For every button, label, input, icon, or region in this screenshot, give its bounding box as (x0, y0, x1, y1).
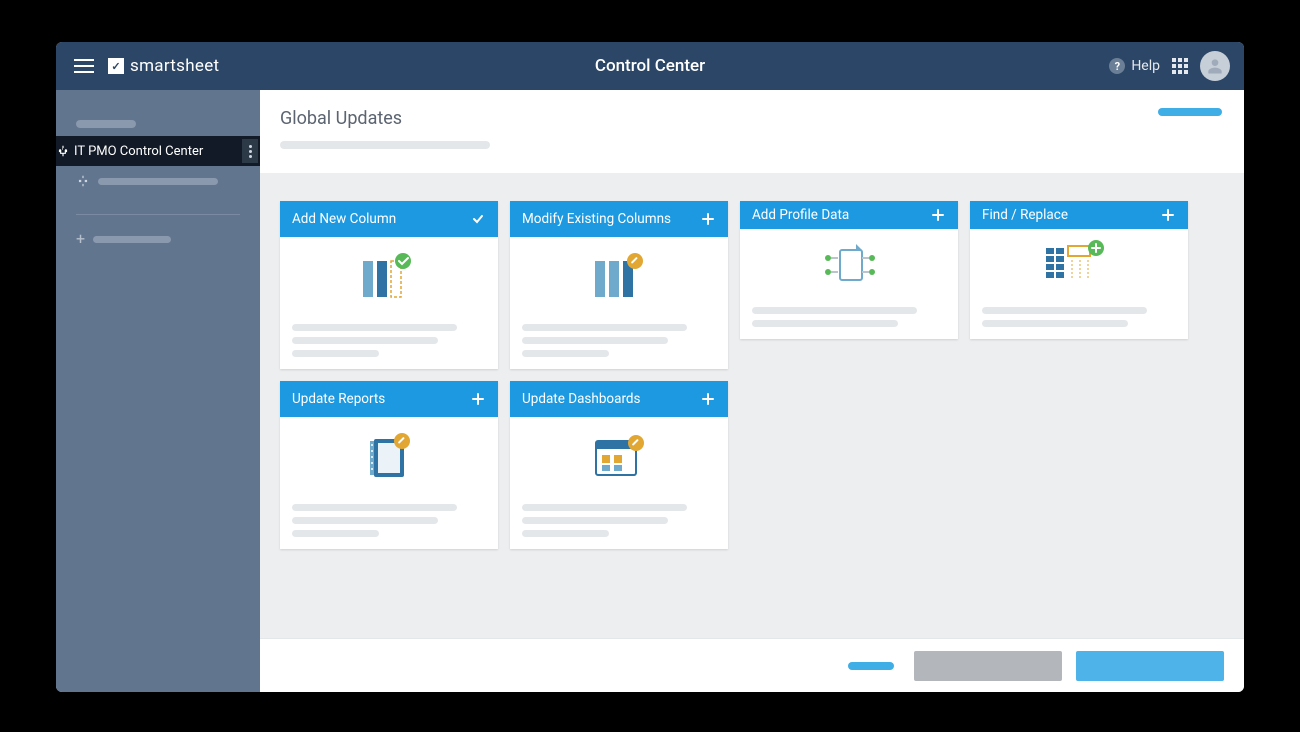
card-body (280, 237, 498, 369)
page-header-title: Control Center (595, 56, 705, 76)
dashboard-icon (522, 417, 716, 498)
card-body (510, 417, 728, 549)
card-title: Modify Existing Columns (522, 211, 671, 227)
card-body (510, 237, 728, 369)
card-placeholder (292, 337, 438, 344)
main-area: Global Updates Add New Column Modify Exi… (260, 90, 1244, 692)
brand-logo[interactable]: ✓ smartsheet (108, 56, 219, 76)
card-placeholder (522, 350, 609, 357)
card-title: Add New Column (292, 211, 396, 227)
card-body (970, 229, 1188, 339)
card-title: Add Profile Data (752, 207, 849, 223)
card-placeholder (522, 337, 668, 344)
sidebar: IT PMO Control Center + (56, 90, 260, 692)
card-placeholder (292, 530, 379, 537)
app-body: IT PMO Control Center + Global Updates (56, 90, 1244, 692)
sidebar-placeholder (76, 120, 136, 128)
card-header: Add New Column (280, 201, 498, 237)
app-window: ✓ smartsheet Control Center ? Help (56, 42, 1244, 692)
find-replace-icon (982, 229, 1176, 301)
header-action-placeholder[interactable] (1158, 108, 1222, 116)
content-area: Add New Column Modify Existing Columns (260, 173, 1244, 638)
edit-columns-icon (522, 237, 716, 318)
card-placeholder (522, 504, 687, 511)
card-title: Find / Replace (982, 207, 1068, 223)
card-edit-columns[interactable]: Modify Existing Columns (510, 201, 728, 369)
plus-icon[interactable] (1160, 207, 1176, 223)
hierarchy-icon (56, 144, 70, 158)
plus-icon[interactable] (700, 211, 716, 227)
profile-data-icon (752, 229, 946, 301)
card-placeholder (982, 307, 1147, 314)
card-header: Add Profile Data (740, 201, 958, 229)
card-placeholder (752, 320, 898, 327)
sidebar-item-label: IT PMO Control Center (74, 144, 203, 159)
card-header: Find / Replace (970, 201, 1188, 229)
footer-primary-button[interactable] (1076, 651, 1224, 681)
main-header: Global Updates (260, 90, 1244, 173)
card-placeholder (292, 504, 457, 511)
help-icon: ? (1109, 58, 1125, 74)
hierarchy-icon (76, 174, 90, 188)
card-placeholder (522, 530, 609, 537)
top-bar: ✓ smartsheet Control Center ? Help (56, 42, 1244, 90)
sidebar-item-placeholder[interactable] (56, 166, 260, 196)
card-placeholder (752, 307, 917, 314)
card-placeholder (522, 324, 687, 331)
card-placeholder (292, 517, 438, 524)
help-label: Help (1131, 58, 1160, 74)
card-placeholder (982, 320, 1128, 327)
check-icon[interactable] (470, 211, 486, 227)
subtitle-placeholder (280, 141, 490, 149)
logo-mark-icon: ✓ (108, 58, 124, 74)
card-placeholder (292, 324, 457, 331)
user-avatar[interactable] (1200, 51, 1230, 81)
card-title: Update Dashboards (522, 391, 640, 407)
page-title: Global Updates (280, 108, 1224, 129)
sidebar-placeholder (98, 178, 218, 185)
report-icon (292, 417, 486, 498)
cards-grid: Add New Column Modify Existing Columns (280, 201, 1224, 549)
card-header: Update Dashboards (510, 381, 728, 417)
app-launcher-icon[interactable] (1172, 58, 1188, 74)
footer-secondary-button[interactable] (914, 651, 1062, 681)
kebab-menu-icon[interactable] (242, 139, 258, 163)
footer-bar (260, 638, 1244, 692)
card-title: Update Reports (292, 391, 385, 407)
sidebar-add-button[interactable]: + (56, 223, 260, 255)
card-placeholder (292, 350, 379, 357)
plus-icon: + (76, 231, 85, 247)
sidebar-divider (76, 214, 240, 215)
sidebar-item-it-pmo[interactable]: IT PMO Control Center (56, 136, 264, 166)
add-column-icon (292, 237, 486, 318)
menu-icon[interactable] (70, 53, 98, 79)
brand-name: smartsheet (130, 56, 219, 76)
plus-icon[interactable] (700, 391, 716, 407)
plus-icon[interactable] (470, 391, 486, 407)
card-header: Modify Existing Columns (510, 201, 728, 237)
plus-icon[interactable] (930, 207, 946, 223)
footer-link-placeholder[interactable] (848, 662, 894, 670)
topbar-right: ? Help (1109, 51, 1230, 81)
help-link[interactable]: ? Help (1109, 58, 1160, 74)
card-body (280, 417, 498, 549)
card-add-column[interactable]: Add New Column (280, 201, 498, 369)
card-dashboard[interactable]: Update Dashboards (510, 381, 728, 549)
card-body (740, 229, 958, 339)
card-find-replace[interactable]: Find / Replace (970, 201, 1188, 339)
card-header: Update Reports (280, 381, 498, 417)
sidebar-placeholder (93, 236, 171, 243)
card-report[interactable]: Update Reports (280, 381, 498, 549)
card-profile-data[interactable]: Add Profile Data (740, 201, 958, 339)
card-placeholder (522, 517, 668, 524)
